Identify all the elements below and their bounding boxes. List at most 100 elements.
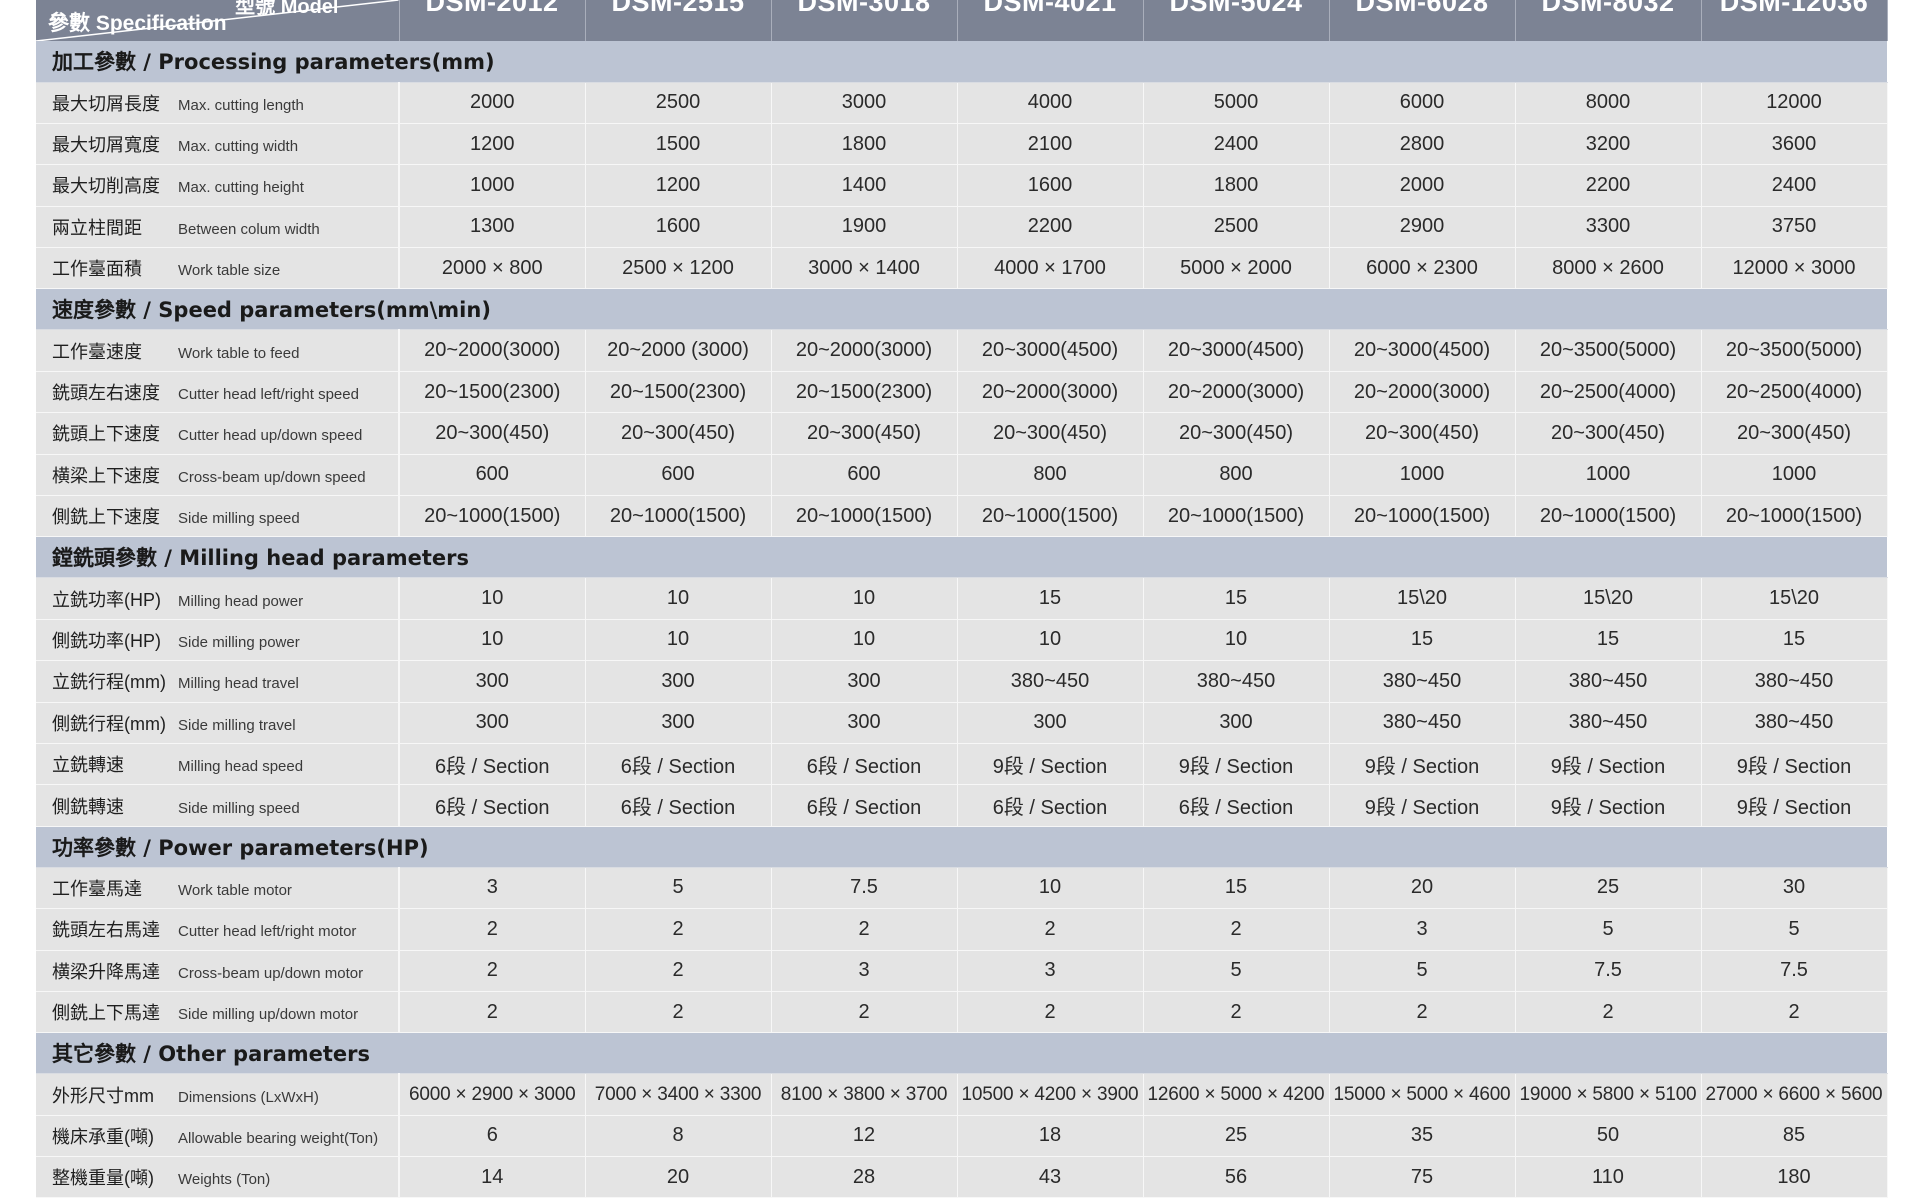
table-cell: 10 xyxy=(957,867,1144,910)
table-cell: 10 xyxy=(771,577,958,620)
table-cell: 35 xyxy=(1329,1115,1516,1158)
table-cell: 3 xyxy=(399,867,586,910)
row-label-english: Cutter head left/right motor xyxy=(178,923,357,941)
table-cell: 600 xyxy=(585,454,772,497)
table-cell: 2 xyxy=(1515,991,1702,1034)
table-row: 銑頭上下速度 Cutter head up/down speed 20~300(45… xyxy=(36,412,1888,455)
row-label-chinese: 側銑行程(mm) xyxy=(52,713,166,734)
row-label: 立銑功率(HP) Milling head power xyxy=(36,577,400,620)
row-label-chinese: 工作臺馬達 xyxy=(52,878,142,899)
table-cell: 9段 / Section xyxy=(1515,743,1702,786)
table-cell: 6段 / Section xyxy=(399,743,586,786)
row-label-english: Max. cutting width xyxy=(178,138,299,156)
table-cell: 20~1000(1500) xyxy=(957,495,1144,538)
table-cell: 3200 xyxy=(1515,123,1702,166)
table-cell: 7.5 xyxy=(1515,950,1702,992)
table-cell: 6 xyxy=(399,1115,586,1158)
table-cell: 9段 / Section xyxy=(1701,784,1888,827)
table-cell: 20~2000 (3000) xyxy=(585,329,772,372)
table-cell: 6段 / Section xyxy=(399,784,586,827)
table-cell: 20~1500(2300) xyxy=(585,371,772,414)
row-label: 側銑上下速度 Side milling speed xyxy=(36,495,400,538)
table-cell: 30 xyxy=(1701,867,1888,910)
table-cell: 3000 × 1400 xyxy=(771,247,958,290)
table-cell: 10 xyxy=(399,619,586,662)
table-cell: 300 xyxy=(1143,702,1330,744)
model-header: DSM-12036 xyxy=(1701,0,1888,41)
model-header: DSM-3018 xyxy=(771,0,958,41)
table-cell: 6000 × 2300 xyxy=(1329,247,1516,290)
table-cell: 1900 xyxy=(771,206,958,249)
spec-table: 型號 Model 參數 Specification DSM-2012 DSM-2… xyxy=(36,0,1888,1198)
section-header-row: 鏜銑頭參數 / Milling head parameters xyxy=(36,536,1887,579)
table-cell: 2500 xyxy=(585,82,772,124)
row-label: 工作臺速度 Work table to feed xyxy=(36,329,400,372)
table-cell: 20~300(450) xyxy=(585,412,772,455)
row-label-english: Between colum width xyxy=(178,220,320,238)
row-label-english: Cutter head up/down speed xyxy=(178,427,363,445)
table-cell: 43 xyxy=(957,1156,1144,1198)
table-cell: 8 xyxy=(585,1115,772,1158)
spec-table-body: 加工參數 / Processing parameters(mm) 最大切屑長度 Ma… xyxy=(36,41,1888,1198)
row-label: 最大切削高度 Max. cutting height xyxy=(36,164,400,207)
section-title: 加工參數 / Processing parameters(mm) xyxy=(36,41,1887,83)
table-cell: 1600 xyxy=(585,206,772,249)
table-cell: 600 xyxy=(399,454,586,497)
table-cell: 380~450 xyxy=(1143,660,1330,703)
table-cell: 2000 × 800 xyxy=(399,247,586,290)
table-cell: 1800 xyxy=(771,123,958,166)
row-label-english: Work table size xyxy=(178,262,281,280)
row-label-chinese: 最大切削高度 xyxy=(52,176,160,197)
section-header-row: 加工參數 / Processing parameters(mm) xyxy=(36,41,1887,83)
table-row: 横梁升降馬達 Cross-beam up/down motor 2 2 3 3 5 5 7.5 7… xyxy=(36,950,1888,992)
table-cell: 2400 xyxy=(1701,164,1888,207)
table-row: 銑頭左右速度 Cutter head left/right speed 20~150… xyxy=(36,371,1888,414)
table-cell: 20~2000(3000) xyxy=(1143,371,1330,414)
table-cell: 2 xyxy=(1329,991,1516,1034)
table-cell: 2 xyxy=(1143,991,1330,1034)
table-cell: 15 xyxy=(1701,619,1888,662)
table-cell: 380~450 xyxy=(1701,702,1888,744)
spec-header-label: 參數 Specification xyxy=(48,12,227,35)
table-cell: 300 xyxy=(399,702,586,744)
row-label-chinese: 工作臺面積 xyxy=(52,259,142,280)
row-label-english: Milling head travel xyxy=(178,675,299,693)
table-cell: 5 xyxy=(1143,950,1330,992)
table-row: 最大切屑寬度 Max. cutting width 1200 1500 1800 2100… xyxy=(36,123,1888,166)
table-cell: 180 xyxy=(1701,1156,1888,1198)
row-label-chinese: 立銑行程(mm) xyxy=(52,672,166,693)
table-cell: 1200 xyxy=(585,164,772,207)
section-title: 其它參數 / Other parameters xyxy=(36,1032,1887,1075)
table-cell: 20 xyxy=(585,1156,772,1198)
table-cell: 9段 / Section xyxy=(1701,743,1888,786)
table-cell: 3 xyxy=(771,950,958,992)
table-cell: 20~300(450) xyxy=(1143,412,1330,455)
row-label-chinese: 側銑上下馬達 xyxy=(52,1003,160,1024)
table-cell: 2500 × 1200 xyxy=(585,247,772,290)
table-cell: 10 xyxy=(771,619,958,662)
table-cell: 1000 xyxy=(399,164,586,207)
table-cell: 3 xyxy=(1329,908,1516,951)
row-label-chinese: 側銑轉速 xyxy=(52,796,124,817)
row-label-chinese: 銑頭左右速度 xyxy=(52,383,160,404)
table-cell: 2 xyxy=(957,991,1144,1034)
model-header: DSM-2515 xyxy=(585,0,772,41)
header-row: 型號 Model 參數 Specification DSM-2012 DSM-2… xyxy=(36,0,1888,41)
table-cell: 3000 xyxy=(771,82,958,124)
table-cell: 2 xyxy=(1143,908,1330,951)
table-cell: 6段 / Section xyxy=(585,743,772,786)
table-cell: 1400 xyxy=(771,164,958,207)
table-cell: 380~450 xyxy=(1515,660,1702,703)
table-cell: 14 xyxy=(399,1156,586,1198)
table-row: 側銑上下馬達 Side milling up/down motor 2 2 2 2 2 2 2 2 xyxy=(36,991,1888,1034)
table-cell: 20~3000(4500) xyxy=(1329,329,1516,372)
table-cell: 20~300(450) xyxy=(1329,412,1516,455)
table-cell: 50 xyxy=(1515,1115,1702,1158)
table-cell: 10 xyxy=(585,619,772,662)
table-cell: 25 xyxy=(1143,1115,1330,1158)
row-label-chinese: 最大切屑長度 xyxy=(52,93,160,114)
table-cell: 3300 xyxy=(1515,206,1702,249)
table-cell: 8000 × 2600 xyxy=(1515,247,1702,290)
row-label: 機床承重(噸) Allowable bearing weight(Ton) xyxy=(36,1115,400,1158)
table-cell: 2500 xyxy=(1143,206,1330,249)
